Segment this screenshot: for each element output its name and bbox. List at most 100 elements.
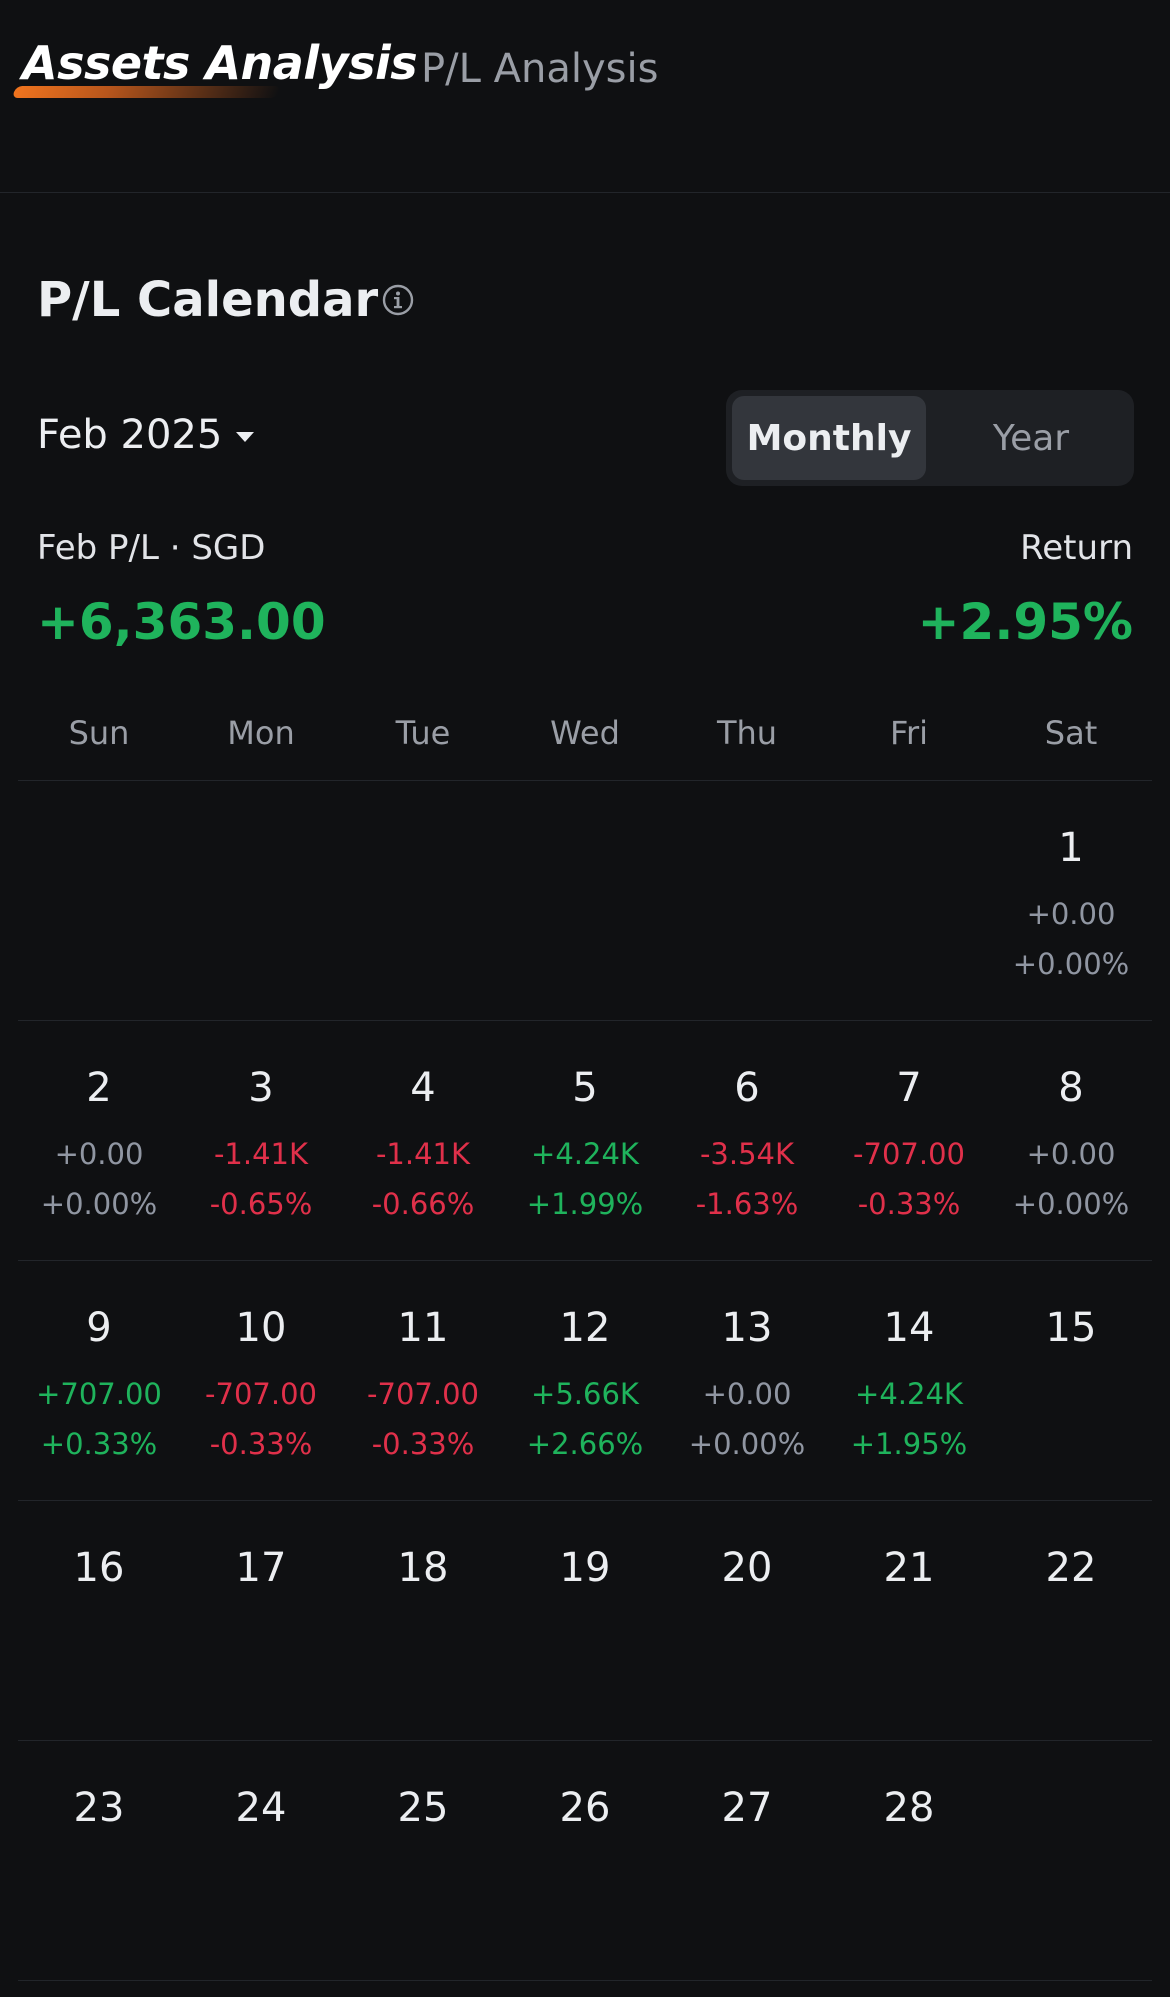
calendar-week-row: 16 17 18 19 20 21 22 [18, 1501, 1152, 1741]
calendar-day-cell[interactable]: 21 [828, 1501, 990, 1740]
calendar-day-cell[interactable]: 7 -707.00 -0.33% [828, 1021, 990, 1260]
weekday-label: Sun [68, 714, 130, 752]
calendar-day-cell[interactable]: 5 +4.24K +1.99% [504, 1021, 666, 1260]
caret-down-icon [236, 432, 255, 442]
calendar-day-cell[interactable]: 6 -3.54K -1.63% [666, 1021, 828, 1260]
calendar-day-cell[interactable]: 2 +0.00 +0.00% [18, 1021, 180, 1260]
day-number: 10 [235, 1305, 287, 1351]
day-number: 17 [235, 1545, 287, 1591]
day-pl-value: +0.00 [54, 1137, 144, 1171]
calendar-day-cell[interactable]: 28 [828, 1741, 990, 1980]
calendar-day-cell[interactable]: 17 [180, 1501, 342, 1740]
calendar-day-cell[interactable]: 20 [666, 1501, 828, 1740]
calendar-week-row: 2 +0.00 +0.00% 3 -1.41K -0.65% 4 -1.41K -0.66% 5 +… [18, 1021, 1152, 1261]
day-number: 16 [73, 1545, 125, 1591]
day-number: 18 [397, 1545, 449, 1591]
day-pl-percent: -0.66% [371, 1187, 475, 1221]
day-pl-value: -707.00 [205, 1377, 317, 1411]
weekday-header: Sun Mon Tue Wed Thu Fri Sat [18, 700, 1152, 781]
analysis-tabs: Assets Analysis P/L Analysis [0, 0, 1170, 193]
calendar-day-cell[interactable]: 11 -707.00 -0.33% [342, 1261, 504, 1500]
day-number: 9 [86, 1305, 112, 1351]
day-number: 12 [559, 1305, 611, 1351]
day-pl-value: -1.41K [375, 1137, 471, 1171]
day-number: 20 [721, 1545, 773, 1591]
day-pl-percent: +0.00% [688, 1427, 806, 1461]
month-selector-label: Feb 2025 [37, 412, 223, 458]
weekday-label: Fri [889, 714, 929, 752]
calendar-day-cell[interactable]: 24 [180, 1741, 342, 1980]
day-pl-value: -707.00 [853, 1137, 965, 1171]
day-number: 15 [1045, 1305, 1097, 1351]
return-value: +2.95% [917, 593, 1133, 651]
calendar-day-cell[interactable]: 26 [504, 1741, 666, 1980]
day-number: 11 [397, 1305, 449, 1351]
day-number: 22 [1045, 1545, 1097, 1591]
tab-pl-analysis[interactable]: P/L Analysis [421, 46, 658, 92]
return-label: Return [1020, 528, 1133, 568]
day-pl-value: +4.24K [855, 1377, 963, 1411]
calendar-day-cell[interactable]: 13 +0.00 +0.00% [666, 1261, 828, 1500]
day-number: 4 [410, 1065, 436, 1111]
day-pl-percent: -0.33% [371, 1427, 475, 1461]
calendar-empty-cell [990, 1741, 1152, 1980]
calendar-day-cell[interactable]: 18 [342, 1501, 504, 1740]
info-circle-icon[interactable] [382, 284, 414, 316]
day-number: 13 [721, 1305, 773, 1351]
day-number: 19 [559, 1545, 611, 1591]
day-pl-percent: -0.33% [209, 1427, 313, 1461]
day-pl-percent: -0.33% [857, 1187, 961, 1221]
day-pl-value: +5.66K [531, 1377, 639, 1411]
weekday-label: Thu [716, 714, 778, 752]
day-number: 21 [883, 1545, 935, 1591]
day-pl-percent: +1.99% [526, 1187, 644, 1221]
section-title: P/L Calendar [37, 272, 379, 328]
day-pl-percent: -0.65% [209, 1187, 313, 1221]
toggle-monthly[interactable]: Monthly [732, 396, 926, 480]
day-number: 27 [721, 1785, 773, 1831]
day-number: 25 [397, 1785, 449, 1831]
day-pl-value: +4.24K [531, 1137, 639, 1171]
calendar-day-cell[interactable]: 14 +4.24K +1.95% [828, 1261, 990, 1500]
calendar-empty-cell [342, 781, 504, 1020]
calendar-empty-cell [18, 781, 180, 1020]
day-pl-percent: +0.00% [1012, 947, 1130, 981]
day-pl-value: +0.00 [1026, 897, 1116, 931]
weekday-label: Mon [227, 714, 295, 752]
calendar-day-cell[interactable]: 25 [342, 1741, 504, 1980]
pl-label: Feb P/L · SGD [37, 528, 266, 568]
day-pl-percent: +0.00% [40, 1187, 158, 1221]
calendar-day-cell[interactable]: 22 [990, 1501, 1152, 1740]
calendar-day-cell[interactable]: 3 -1.41K -0.65% [180, 1021, 342, 1260]
calendar-day-cell[interactable]: 19 [504, 1501, 666, 1740]
day-pl-percent: +0.33% [40, 1427, 158, 1461]
calendar-day-cell[interactable]: 4 -1.41K -0.66% [342, 1021, 504, 1260]
tab-assets-analysis[interactable]: Assets Analysis [22, 36, 418, 90]
calendar-day-cell[interactable]: 23 [18, 1741, 180, 1980]
day-pl-value: +0.00 [1026, 1137, 1116, 1171]
calendar-day-cell[interactable]: 16 [18, 1501, 180, 1740]
month-selector[interactable]: Feb 2025 [37, 412, 255, 458]
calendar-day-cell[interactable]: 9 +707.00 +0.33% [18, 1261, 180, 1500]
calendar-day-cell[interactable]: 8 +0.00 +0.00% [990, 1021, 1152, 1260]
day-pl-value: +0.00 [702, 1377, 792, 1411]
calendar-week-row: 9 +707.00 +0.33% 10 -707.00 -0.33% 11 -707.00 -0… [18, 1261, 1152, 1501]
calendar-empty-cell [504, 781, 666, 1020]
day-number: 14 [883, 1305, 935, 1351]
calendar-day-cell[interactable]: 15 [990, 1261, 1152, 1500]
toggle-year[interactable]: Year [934, 396, 1128, 480]
day-pl-percent: +2.66% [526, 1427, 644, 1461]
pl-calendar-grid: 1 +0.00 +0.00% 2 +0.00 +0.00% 3 -1.41K -0.65% 4 -1… [18, 781, 1152, 1981]
weekday-label: Wed [550, 714, 620, 752]
calendar-week-row: 23 24 25 26 27 28 [18, 1741, 1152, 1981]
day-number: 8 [1058, 1065, 1084, 1111]
day-number: 6 [734, 1065, 760, 1111]
calendar-day-cell[interactable]: 27 [666, 1741, 828, 1980]
calendar-day-cell[interactable]: 10 -707.00 -0.33% [180, 1261, 342, 1500]
day-pl-value: -3.54K [699, 1137, 795, 1171]
calendar-day-cell[interactable]: 1 +0.00 +0.00% [990, 781, 1152, 1020]
calendar-day-cell[interactable]: 12 +5.66K +2.66% [504, 1261, 666, 1500]
day-number: 26 [559, 1785, 611, 1831]
day-number: 1 [1058, 825, 1084, 871]
day-number: 23 [73, 1785, 125, 1831]
